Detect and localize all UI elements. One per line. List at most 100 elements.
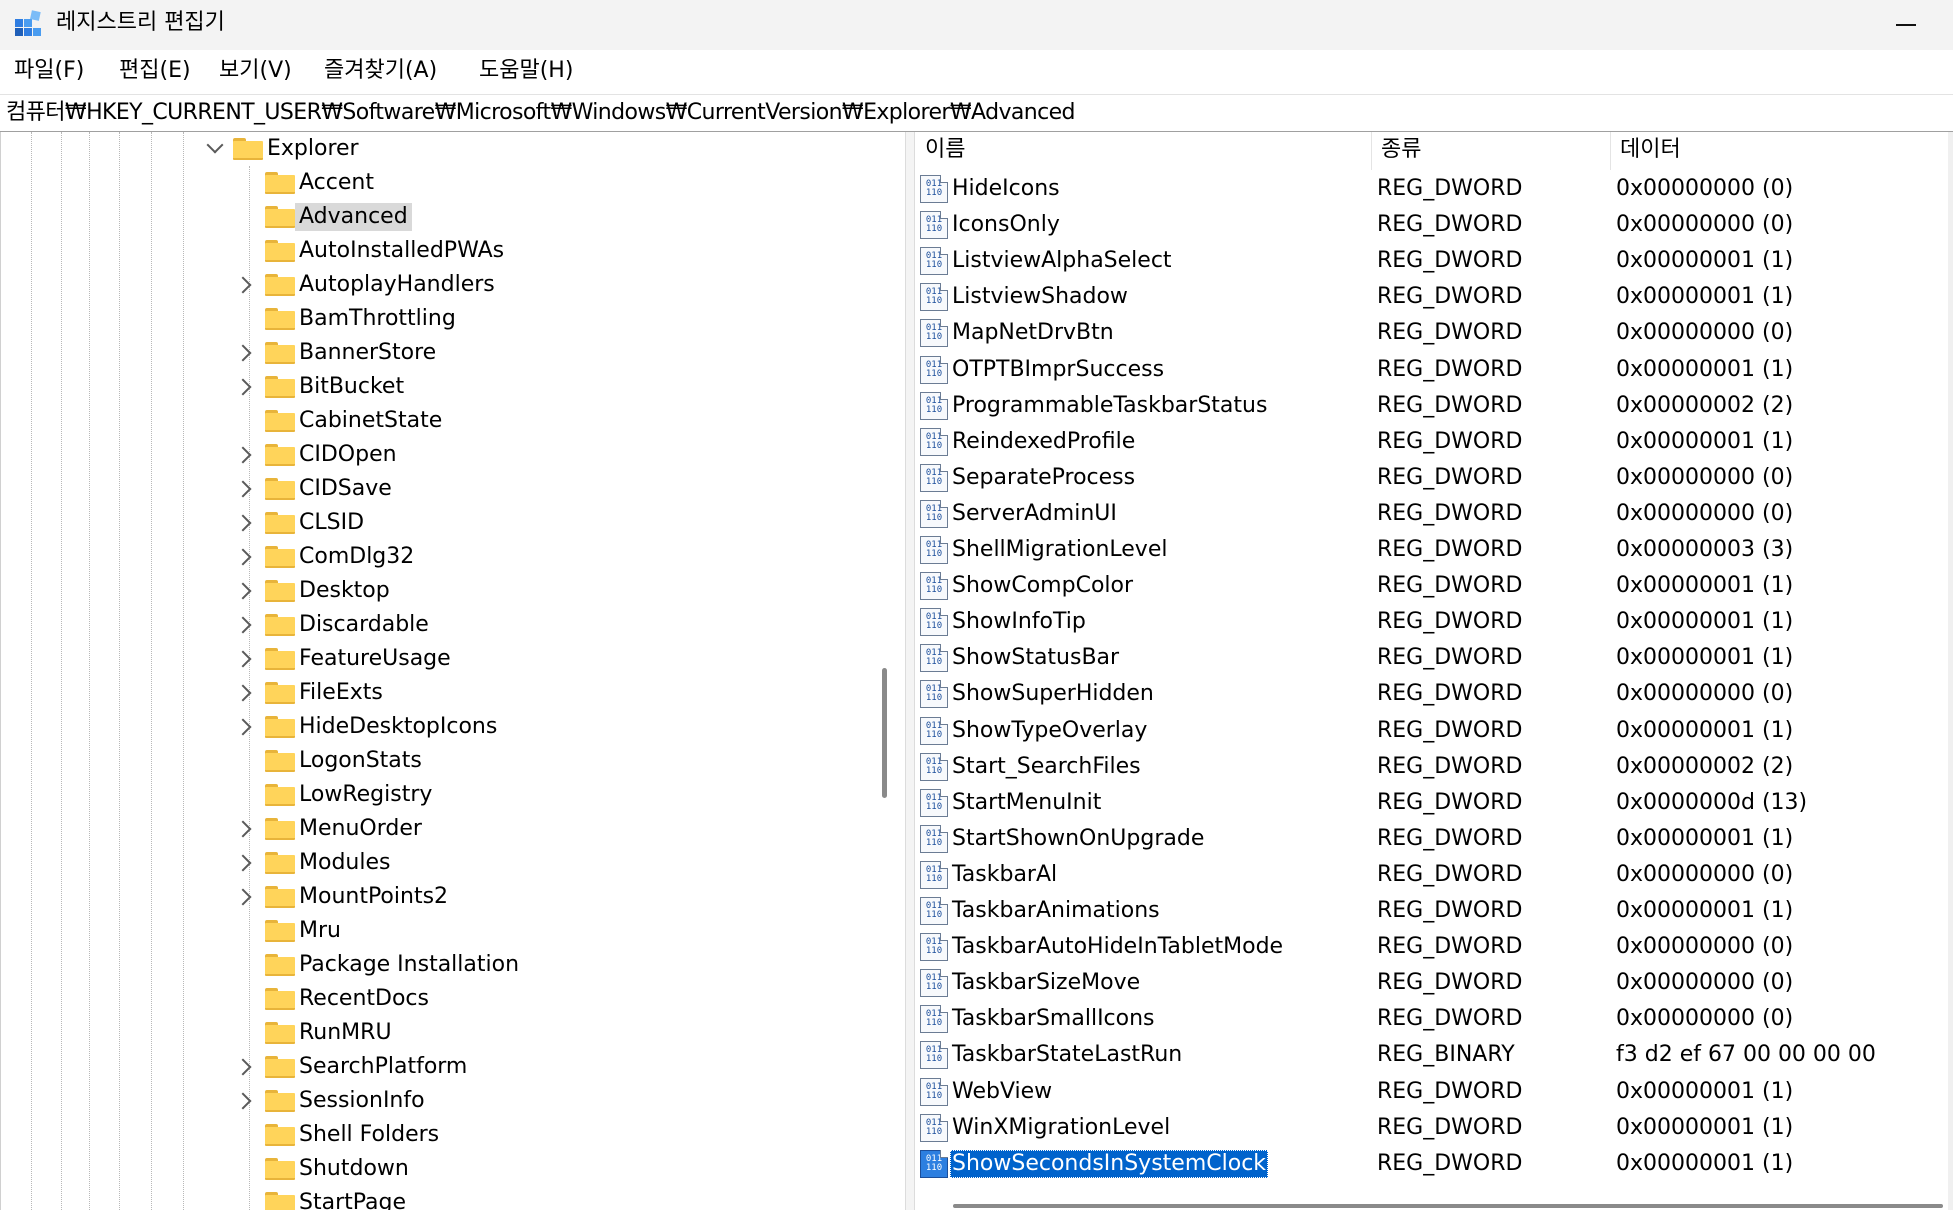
value-row[interactable]: 011 110 ShowTypeOverlay REG_DWORD 0x00000001… [915, 714, 1953, 750]
tree-item[interactable]: BamThrottling [1, 304, 870, 336]
value-row[interactable]: 011 110 TaskbarSizeMove REG_DWORD 0x00000000… [915, 966, 1953, 1002]
value-row[interactable]: 011 110 MapNetDrvBtn REG_DWORD 0x00000000 (0… [915, 316, 1953, 352]
value-row[interactable]: 011 110 ShellMigrationLevel REG_DWORD 0x0000… [915, 533, 1953, 569]
tree-item[interactable]: FileExts [1, 678, 870, 710]
value-row[interactable]: 011 110 WinXMigrationLevel REG_DWORD 0x00000… [915, 1111, 1953, 1147]
tree-item[interactable]: StartPage [1, 1188, 870, 1210]
menu-view[interactable]: 보기(V) [217, 57, 294, 85]
chevron-down-icon[interactable] [206, 136, 224, 154]
chevron-right-icon[interactable] [234, 548, 252, 566]
value-row[interactable]: 011 110 ShowCompColor REG_DWORD 0x00000001 (… [915, 569, 1953, 605]
value-row[interactable]: 011 110 ShowInfoTip REG_DWORD 0x00000001 (1) [915, 605, 1953, 641]
chevron-right-icon[interactable] [234, 616, 252, 634]
chevron-right-icon[interactable] [234, 344, 252, 362]
value-row[interactable]: 011 110 HideIcons REG_DWORD 0x00000000 (0) [915, 172, 1953, 208]
chevron-right-icon[interactable] [234, 888, 252, 906]
tree-item[interactable]: FeatureUsage [1, 644, 870, 676]
tree-item[interactable]: LogonStats [1, 746, 870, 778]
menu-help[interactable]: 도움말(H) [477, 57, 575, 85]
tree-item[interactable]: AutoplayHandlers [1, 270, 870, 302]
tree-item[interactable]: Advanced [1, 202, 870, 234]
menu-edit[interactable]: 편집(E) [117, 57, 193, 85]
chevron-right-icon[interactable] [234, 514, 252, 532]
column-header-type[interactable]: 종류 [1381, 136, 1421, 164]
value-row[interactable]: 011 110 TaskbarAnimations REG_DWORD 0x000000… [915, 894, 1953, 930]
menu-file[interactable]: 파일(F) [12, 57, 86, 85]
horizontal-scrollbar-thumb[interactable] [953, 1204, 1943, 1208]
chevron-right-icon[interactable] [234, 378, 252, 396]
value-row[interactable]: 011 110 ShowStatusBar REG_DWORD 0x00000001 (… [915, 641, 1953, 677]
tree-item[interactable]: CIDSave [1, 474, 870, 506]
chevron-right-icon[interactable] [234, 718, 252, 736]
column-separator[interactable] [1371, 132, 1372, 170]
tree-item[interactable]: CabinetState [1, 406, 870, 438]
tree-item[interactable]: Discardable [1, 610, 870, 642]
title-bar[interactable]: 레지스트리 편집기 [0, 0, 1953, 50]
tree-item[interactable]: Desktop [1, 576, 870, 608]
pane-splitter[interactable] [905, 132, 915, 1210]
tree-item[interactable]: MenuOrder [1, 814, 870, 846]
value-row[interactable]: 011 110 WebView REG_DWORD 0x00000001 (1) [915, 1075, 1953, 1111]
value-row[interactable]: 011 110 Start_SearchFiles REG_DWORD 0x000000… [915, 750, 1953, 786]
chevron-right-icon[interactable] [234, 582, 252, 600]
menu-bar: 파일(F) 편집(E) 보기(V) 즐겨찾기(A) 도움말(H) [0, 52, 1953, 90]
value-row[interactable]: 011 110 ShowSecondsInSystemClock REG_DWORD 0… [915, 1147, 1953, 1183]
tree-item[interactable]: HideDesktopIcons [1, 712, 870, 744]
value-row[interactable]: 011 110 ProgrammableTaskbarStatus REG_DWORD… [915, 389, 1953, 425]
menu-favorites[interactable]: 즐겨찾기(A) [322, 57, 439, 85]
chevron-right-icon[interactable] [234, 480, 252, 498]
address-path[interactable]: 컴퓨터₩HKEY_CURRENT_USER₩Software₩Microsoft… [6, 99, 1075, 127]
folder-icon [265, 886, 295, 908]
tree-item[interactable]: ComDlg32 [1, 542, 870, 574]
address-bar[interactable]: 컴퓨터₩HKEY_CURRENT_USER₩Software₩Microsoft… [0, 94, 1953, 132]
chevron-right-icon[interactable] [234, 1058, 252, 1076]
tree-item[interactable]: Modules [1, 848, 870, 880]
value-row[interactable]: 011 110 ListviewShadow REG_DWORD 0x00000001 … [915, 280, 1953, 316]
tree-item[interactable]: BannerStore [1, 338, 870, 370]
value-row[interactable]: 011 110 ReindexedProfile REG_DWORD 0x0000000… [915, 425, 1953, 461]
tree-item[interactable]: AutoInstalledPWAs [1, 236, 870, 268]
chevron-right-icon[interactable] [234, 1092, 252, 1110]
value-row[interactable]: 011 110 TaskbarSmallIcons REG_DWORD 0x000000… [915, 1002, 1953, 1038]
tree-item[interactable]: SearchPlatform [1, 1052, 870, 1084]
tree-item[interactable]: MountPoints2 [1, 882, 870, 914]
tree-item[interactable]: Package Installation [1, 950, 870, 982]
tree-item[interactable]: CLSID [1, 508, 870, 540]
tree-scrollbar-thumb[interactable] [882, 668, 887, 798]
column-header-name[interactable]: 이름 [925, 136, 965, 164]
column-header-data[interactable]: 데이터 [1620, 136, 1681, 164]
value-row[interactable]: 011 110 TaskbarAl REG_DWORD 0x00000000 (0) [915, 858, 1953, 894]
value-row[interactable]: 011 110 StartMenuInit REG_DWORD 0x0000000d (… [915, 786, 1953, 822]
key-tree-pane[interactable]: Explorer Accent Advanced AutoInstalledPWAs… [0, 132, 870, 1210]
tree-item[interactable]: CIDOpen [1, 440, 870, 472]
chevron-right-icon[interactable] [234, 276, 252, 294]
value-row[interactable]: 011 110 StartShownOnUpgrade REG_DWORD 0x0000… [915, 822, 1953, 858]
chevron-right-icon[interactable] [234, 684, 252, 702]
column-separator[interactable] [1610, 132, 1611, 170]
value-row[interactable]: 011 110 TaskbarAutoHideInTabletMode REG_DWO… [915, 930, 1953, 966]
folder-icon [265, 580, 295, 602]
value-row[interactable]: 011 110 OTPTBImprSuccess REG_DWORD 0x0000000… [915, 353, 1953, 389]
value-row[interactable]: 011 110 ShowSuperHidden REG_DWORD 0x00000000… [915, 677, 1953, 713]
values-list-pane[interactable]: 이름 종류 데이터 011 110 HideIcons REG_DWORD 0x0000… [915, 132, 1953, 1210]
minimize-button[interactable] [1882, 10, 1928, 40]
value-row[interactable]: 011 110 ServerAdminUI REG_DWORD 0x00000000 (… [915, 497, 1953, 533]
tree-item[interactable]: Mru [1, 916, 870, 948]
chevron-right-icon[interactable] [234, 854, 252, 872]
chevron-right-icon[interactable] [234, 820, 252, 838]
value-row[interactable]: 011 110 ListviewAlphaSelect REG_DWORD 0x0000… [915, 244, 1953, 280]
value-row[interactable]: 011 110 TaskbarStateLastRun REG_BINARY f3 d2… [915, 1038, 1953, 1074]
tree-item[interactable]: Accent [1, 168, 870, 200]
chevron-right-icon[interactable] [234, 650, 252, 668]
tree-item-explorer[interactable]: Explorer [1, 134, 870, 166]
chevron-right-icon[interactable] [234, 446, 252, 464]
tree-item[interactable]: Shell Folders [1, 1120, 870, 1152]
value-row[interactable]: 011 110 SeparateProcess REG_DWORD 0x00000000… [915, 461, 1953, 497]
tree-item[interactable]: SessionInfo [1, 1086, 870, 1118]
tree-item[interactable]: Shutdown [1, 1154, 870, 1186]
value-row[interactable]: 011 110 IconsOnly REG_DWORD 0x00000000 (0) [915, 208, 1953, 244]
tree-item[interactable]: RecentDocs [1, 984, 870, 1016]
tree-item[interactable]: RunMRU [1, 1018, 870, 1050]
tree-item[interactable]: BitBucket [1, 372, 870, 404]
tree-item[interactable]: LowRegistry [1, 780, 870, 812]
